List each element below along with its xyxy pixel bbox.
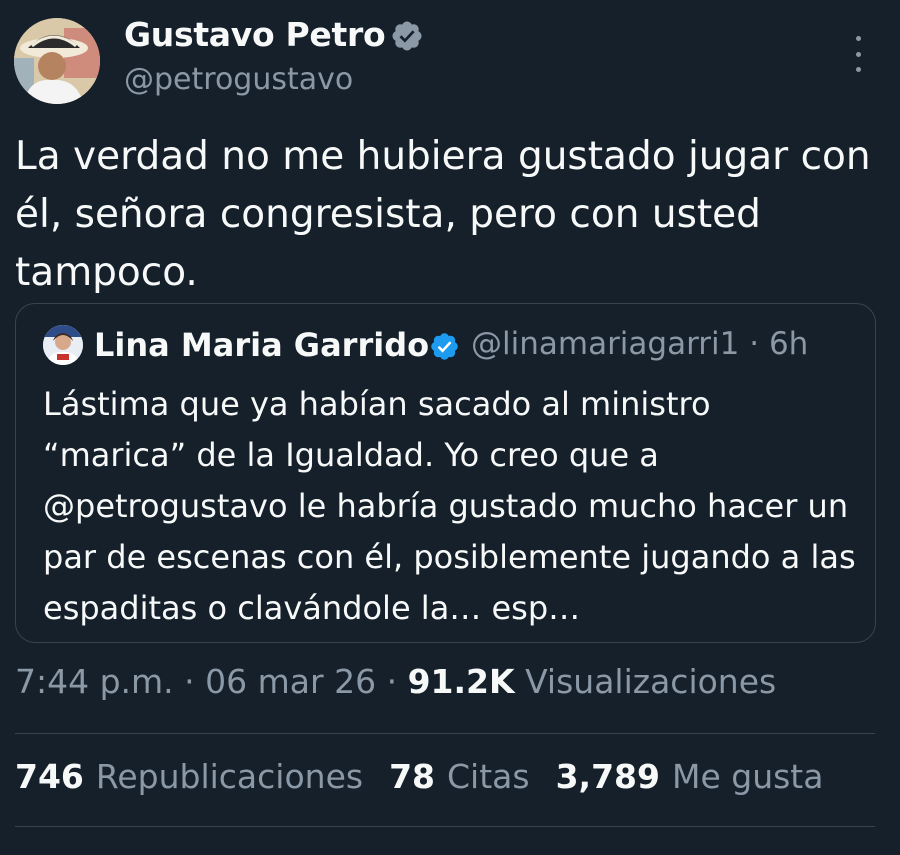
avatar-photo	[14, 18, 100, 104]
quoted-meta: @linamariagarri1 · 6h	[471, 326, 808, 362]
quoted-tweet[interactable]: Lina Maria Garrido @linamariagarri1 · 6h…	[15, 303, 876, 643]
author-avatar[interactable]	[14, 18, 100, 104]
verified-badge-icon	[431, 333, 458, 360]
reposts-label: Republicaciones	[95, 757, 364, 796]
reposts-count: 746	[15, 757, 84, 796]
quotes-stat[interactable]: 78 Citas	[389, 757, 530, 796]
quotes-label: Citas	[447, 757, 530, 796]
likes-stat[interactable]: 3,789 Me gusta	[556, 757, 824, 796]
meta-separator: ·	[184, 662, 195, 701]
views-count: 91.2K	[407, 662, 515, 701]
reposts-stat[interactable]: 746 Republicaciones	[15, 757, 363, 796]
quoted-author-name[interactable]: Lina Maria Garrido	[94, 326, 429, 364]
quoted-avatar-photo	[43, 325, 83, 365]
meta-separator: ·	[386, 662, 398, 701]
quoted-author-handle[interactable]: @linamariagarri1	[471, 326, 739, 362]
author-name[interactable]: Gustavo Petro	[124, 15, 386, 54]
quoted-time[interactable]: 6h	[769, 326, 808, 362]
engagement-stats: 746 Republicaciones 78 Citas 3,789 Me gusta	[15, 757, 823, 796]
verified-badge-icon	[392, 21, 422, 51]
more-dots-vertical-icon[interactable]	[846, 36, 870, 72]
divider	[15, 826, 875, 827]
likes-count: 3,789	[555, 757, 660, 796]
tweet-meta: 7:44 p.m. · 06 mar 26 · 91.2K Visualizac…	[15, 662, 776, 701]
tweet-detail: Gustavo Petro @petrogustavo La verdad no…	[0, 0, 900, 855]
quoted-author-avatar[interactable]	[43, 325, 83, 365]
quoted-tweet-text: Lástima que ya habían sacado al ministro…	[43, 385, 856, 627]
views-label: Visualizaciones	[525, 662, 777, 701]
tweet-date[interactable]: 06 mar 26	[205, 662, 376, 701]
tweet-time[interactable]: 7:44 p.m.	[15, 662, 174, 701]
quotes-count: 78	[389, 757, 436, 796]
meta-separator: ·	[749, 326, 760, 362]
divider	[15, 733, 875, 734]
likes-label: Me gusta	[671, 757, 824, 796]
tweet-text: La verdad no me hubiera gustado jugar co…	[15, 134, 871, 295]
author-handle[interactable]: @petrogustavo	[124, 62, 353, 97]
